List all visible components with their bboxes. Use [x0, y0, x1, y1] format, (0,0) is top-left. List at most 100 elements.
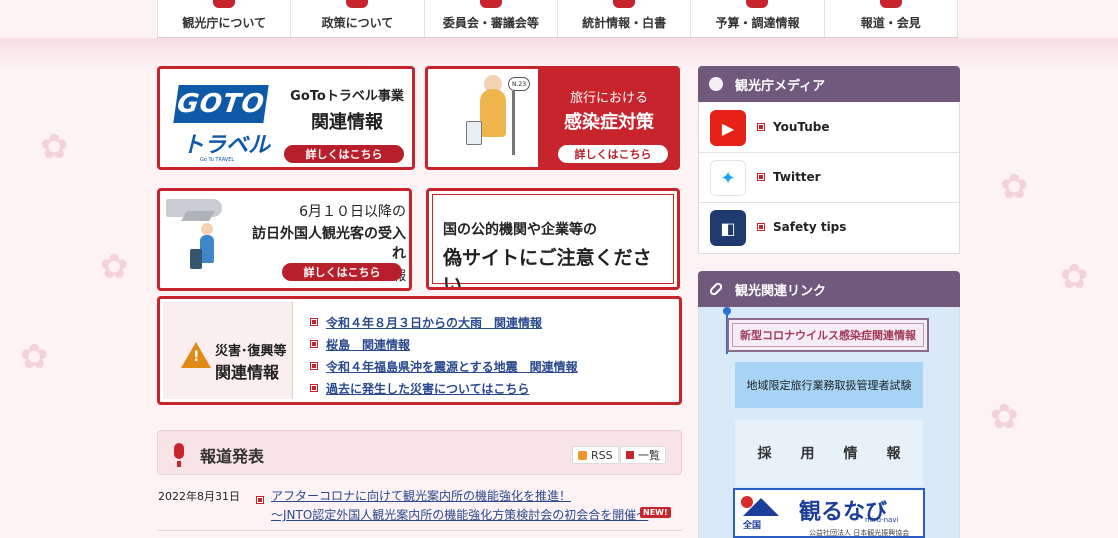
list-label: 一覧 [638, 449, 660, 462]
microphone-icon [174, 443, 184, 467]
media-label-text: Twitter [773, 170, 821, 184]
press-divider [157, 530, 682, 531]
sanitizer-stand-icon [512, 91, 515, 155]
nav-decoration-icon [346, 0, 369, 8]
mirunavi-link[interactable]: 全国 観るなび miru-navi 公益社団法人 日本観光振興協会 [733, 488, 925, 538]
nav-decoration-icon [479, 0, 502, 8]
media-item-safety-tips[interactable]: ◧ Safety tips [699, 203, 959, 253]
rss-button[interactable]: RSS [572, 446, 619, 464]
nav-item-policy[interactable]: 政策について [290, 0, 423, 37]
nav-decoration-icon [213, 0, 236, 8]
media-list: ▶ YouTube ✦ Twitter ◧ Safety tips [698, 103, 960, 254]
media-icon [709, 77, 723, 91]
safety-tips-icon: ◧ [710, 210, 746, 246]
exam-info-link[interactable]: 地域限定旅行業務取扱管理者試験 [735, 362, 923, 408]
rss-label: RSS [591, 448, 613, 462]
disaster-link[interactable]: 令和４年８月３日からの大雨 関連情報 [310, 311, 578, 333]
disaster-link[interactable]: 過去に発生した災害についてはこちら [310, 377, 578, 399]
infection-banner-line2: 感染症対策 [564, 112, 654, 133]
visitor-detail-button[interactable]: 詳しくはこちら [282, 263, 402, 281]
goto-logo-text: GOTO [173, 85, 269, 123]
sanitizer-sign: N.23 [508, 77, 530, 91]
scroll-indicator-dot [723, 307, 731, 315]
recruit-info-link[interactable]: 採 用 情 報 [735, 420, 923, 486]
nav-item-statistics[interactable]: 統計情報・白書 [556, 0, 690, 37]
sakura-decoration-icon: ✿ [20, 337, 49, 377]
disaster-label-line1: 災害･復興等 [215, 344, 287, 359]
media-label-text: Safety tips [773, 220, 847, 234]
disaster-link[interactable]: 桜島 関連情報 [310, 333, 578, 355]
infection-detail-button[interactable]: 詳しくはこちら [558, 145, 668, 163]
infection-banner-line1: 旅行における [569, 91, 648, 106]
visitor-banner-line1: 6月１０日以降の [299, 204, 406, 220]
media-item-youtube[interactable]: ▶ YouTube [699, 103, 959, 153]
media-label: Safety tips [757, 220, 846, 234]
sakura-decoration-icon: ✿ [990, 397, 1019, 437]
infection-measures-banner[interactable]: N.23 旅行における 感染症対策 詳しくはこちら [425, 66, 680, 170]
link-icon [708, 281, 724, 297]
twitter-icon: ✦ [710, 160, 746, 196]
bullet-icon [757, 120, 773, 134]
nav-item-label: 報道・会見 [860, 16, 921, 30]
recruit-char: 用 [800, 446, 815, 462]
goto-travel-banner[interactable]: GOTO トラベル Go To TRAVEL GoToトラベル事業 関連情報 詳… [157, 66, 415, 170]
nav-item-about[interactable]: 観光庁について [157, 0, 290, 37]
nav-decoration-icon [746, 0, 769, 8]
goto-detail-button[interactable]: 詳しくはこちら [284, 145, 404, 163]
recruit-char: 情 [843, 446, 858, 462]
links-section-title: 観光関連リンク [735, 283, 827, 299]
traveler-head-icon [201, 223, 213, 235]
infection-banner-text: 旅行における 感染症対策 [540, 87, 677, 134]
new-badge: NEW! [640, 507, 671, 518]
person-icon [480, 89, 506, 137]
corona-info-link[interactable]: 新型コロナウイルス感染症関連情報 [727, 318, 929, 352]
warning-symbol: ! [193, 349, 200, 365]
disaster-label: 災害･復興等 関連情報 [215, 340, 287, 383]
mirunavi-sub: miru-navi [865, 516, 899, 524]
traveler-icon [200, 235, 214, 263]
foreign-visitors-banner[interactable]: 6月１０日以降の 訪日外国人観光客の受入れ 関連情報 詳しくはこちら [157, 188, 412, 291]
visitor-banner-line2: 訪日外国人観光客の受入れ [252, 226, 406, 262]
goto-travel-logo: GOTO トラベル Go To TRAVEL [172, 81, 272, 163]
nav-item-label: 観光庁について [182, 16, 266, 30]
traveler-suitcase-icon [190, 249, 202, 269]
nav-item-budget[interactable]: 予算・調達情報 [690, 0, 823, 37]
media-section-header: 観光庁メディア [698, 66, 960, 102]
warning-icon: ! [181, 342, 211, 368]
mirunavi-foot: 公益社団法人 日本観光振興協会 [809, 529, 910, 537]
mirunavi-zenkoku: 全国 [743, 521, 762, 531]
fake-banner-text: 国の公的機関や企業等の 偽サイトにご注意ください [443, 219, 667, 290]
disaster-link[interactable]: 令和４年福島県沖を震源とする地震 関連情報 [310, 355, 578, 377]
nav-item-press[interactable]: 報道・会見 [823, 0, 958, 37]
sakura-decoration-icon: ✿ [1060, 257, 1089, 297]
list-button[interactable]: 一覧 [620, 446, 666, 464]
rss-icon [578, 450, 587, 460]
recruit-char: 報 [886, 446, 901, 462]
recruit-char: 採 [757, 446, 772, 462]
disaster-link-list: 令和４年８月３日からの大雨 関連情報 桜島 関連情報 令和４年福島県沖を震源とす… [310, 311, 578, 399]
links-section-header: 観光関連リンク [698, 271, 960, 307]
bullet-icon [757, 220, 773, 234]
goto-banner-line1: GoToトラベル事業 [290, 89, 404, 104]
nav-item-label: 政策について [321, 16, 394, 30]
fake-site-warning-banner[interactable]: 国の公的機関や企業等の 偽サイトにご注意ください [426, 188, 680, 290]
bullet-icon [757, 170, 773, 184]
media-item-twitter[interactable]: ✦ Twitter [699, 153, 959, 203]
nav-item-committee[interactable]: 委員会・審議会等 [423, 0, 557, 37]
press-item-link[interactable]: アフターコロナに向けて観光案内所の機能強化を推進！ [271, 487, 571, 504]
mountain-icon [743, 498, 779, 516]
fake-banner-line1: 国の公的機関や企業等の [443, 222, 597, 238]
disaster-label-panel: ! 災害･復興等 関連情報 [163, 302, 293, 399]
press-item-date: 2022年8月31日 [158, 490, 240, 503]
disaster-info-box: ! 災害･復興等 関連情報 令和４年８月３日からの大雨 関連情報 桜島 関連情報… [157, 296, 682, 405]
press-item-link-sub[interactable]: ～JNTO認定外国人観光案内所の機能強化方策検討会の初会合を開催～ [271, 506, 648, 523]
goto-banner-text: GoToトラベル事業 関連情報 [282, 85, 412, 134]
media-label-text: YouTube [773, 120, 830, 134]
goto-banner-line2: 関連情報 [311, 112, 383, 133]
airplane-wing-icon [181, 211, 215, 221]
sakura-decoration-icon: ✿ [1000, 167, 1029, 207]
press-bullet-icon [256, 489, 266, 499]
goto-logo-small: Go To TRAVEL [200, 157, 235, 163]
fake-banner-line2: 偽サイトにご注意ください [443, 247, 652, 290]
nav-item-label: 統計情報・白書 [582, 16, 667, 30]
